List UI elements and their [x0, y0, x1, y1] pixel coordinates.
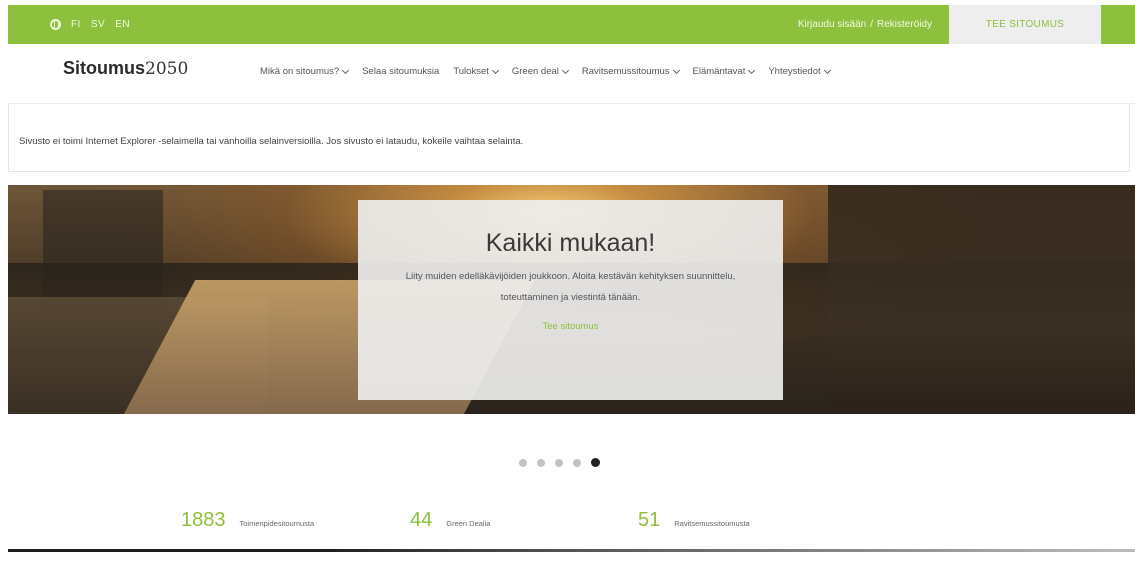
stat-value: 51: [638, 509, 661, 531]
account-links: Kirjaudu sisään / Rekisteröidy: [798, 5, 932, 44]
nav-item-what-is-commitment[interactable]: Mikä on sitoumus?: [260, 66, 350, 77]
language-link-fi[interactable]: FI: [71, 19, 81, 30]
nav-item-label: Selaa sitoumuksia: [362, 66, 440, 77]
carousel-dot[interactable]: [537, 458, 545, 467]
page: FI SV EN Kirjaudu sisään / Rekisteröidy …: [0, 0, 1135, 561]
globe-icon: [50, 19, 61, 30]
make-commitment-button[interactable]: TEE SITOUMUS: [949, 5, 1101, 44]
stat-label: Ravitsemussitoumusta: [674, 519, 750, 528]
account-links-separator: /: [870, 19, 873, 30]
stat-action-commitments: 1883 Toimenpidesitoumusta: [181, 509, 314, 532]
chevron-down-icon: [561, 66, 569, 74]
nav-item-results[interactable]: Tulokset: [453, 66, 499, 77]
logo-number: 2050: [145, 59, 189, 79]
carousel-dot[interactable]: [555, 458, 563, 467]
carousel-dot-active[interactable]: [591, 458, 600, 467]
stat-green-deals: 44 Green Dealia: [410, 509, 490, 532]
nav-item-label: Tulokset: [453, 66, 489, 77]
chevron-down-icon: [748, 66, 756, 74]
stat-value: 44: [410, 509, 433, 531]
chevron-down-icon: [672, 66, 680, 74]
nav-item-label: Ravitsemussitoumus: [581, 66, 670, 77]
nav-item-browse-commitments[interactable]: Selaa sitoumuksia: [362, 66, 439, 77]
top-bar: FI SV EN Kirjaudu sisään / Rekisteröidy …: [8, 5, 1135, 44]
language-link-sv[interactable]: SV: [91, 19, 105, 30]
hero-text: Liity muiden edelläkävijöiden joukkoon. …: [405, 271, 736, 303]
hero-cta-link[interactable]: Tee sitoumus: [358, 321, 783, 332]
login-link[interactable]: Kirjaudu sisään: [798, 19, 866, 30]
nav-item-lifestyles[interactable]: Elämäntavat: [692, 66, 756, 77]
hero-background-trees: [828, 185, 1135, 414]
chevron-down-icon: [342, 66, 350, 74]
nav-item-green-deal[interactable]: Green deal: [511, 66, 569, 77]
main-navigation: Sitoumus2050 Mikä on sitoumus? Selaa sit…: [8, 44, 1135, 104]
language-switcher: FI SV EN: [50, 5, 130, 44]
page-bottom-rule: [8, 549, 1135, 552]
hero-title: Kaikki mukaan!: [485, 229, 656, 257]
browser-notice: Sivusto ei toimi Internet Explorer -sela…: [8, 104, 1130, 172]
site-logo[interactable]: Sitoumus2050: [63, 58, 188, 79]
chevron-down-icon: [491, 66, 499, 74]
carousel-dot[interactable]: [573, 458, 581, 467]
carousel-dot[interactable]: [519, 458, 527, 467]
stat-label: Toimenpidesitoumusta: [239, 519, 315, 528]
language-link-en[interactable]: EN: [115, 19, 130, 30]
stat-value: 1883: [181, 509, 226, 531]
carousel-indicators: [519, 458, 600, 467]
hero-card: Kaikki mukaan! Liity muiden edelläkävijö…: [358, 200, 783, 400]
stat-nutrition-commitments: 51 Ravitsemussitoumusta: [638, 509, 750, 532]
nav-item-label: Mikä on sitoumus?: [260, 66, 340, 77]
stat-label: Green Dealia: [446, 519, 491, 528]
nav-item-label: Yhteystiedot: [768, 66, 821, 77]
register-link[interactable]: Rekisteröidy: [877, 19, 932, 30]
browser-notice-text: Sivusto ei toimi Internet Explorer -sela…: [19, 136, 524, 147]
chevron-down-icon: [823, 66, 831, 74]
logo-word: Sitoumus: [63, 58, 146, 78]
nav-item-label: Green deal: [511, 66, 559, 77]
nav-item-label: Elämäntavat: [692, 66, 746, 77]
nav-menu: Mikä on sitoumus? Selaa sitoumuksia Tulo…: [260, 66, 844, 77]
nav-item-contact[interactable]: Yhteystiedot: [768, 66, 831, 77]
nav-item-nutrition-commitment[interactable]: Ravitsemussitoumus: [581, 66, 680, 77]
